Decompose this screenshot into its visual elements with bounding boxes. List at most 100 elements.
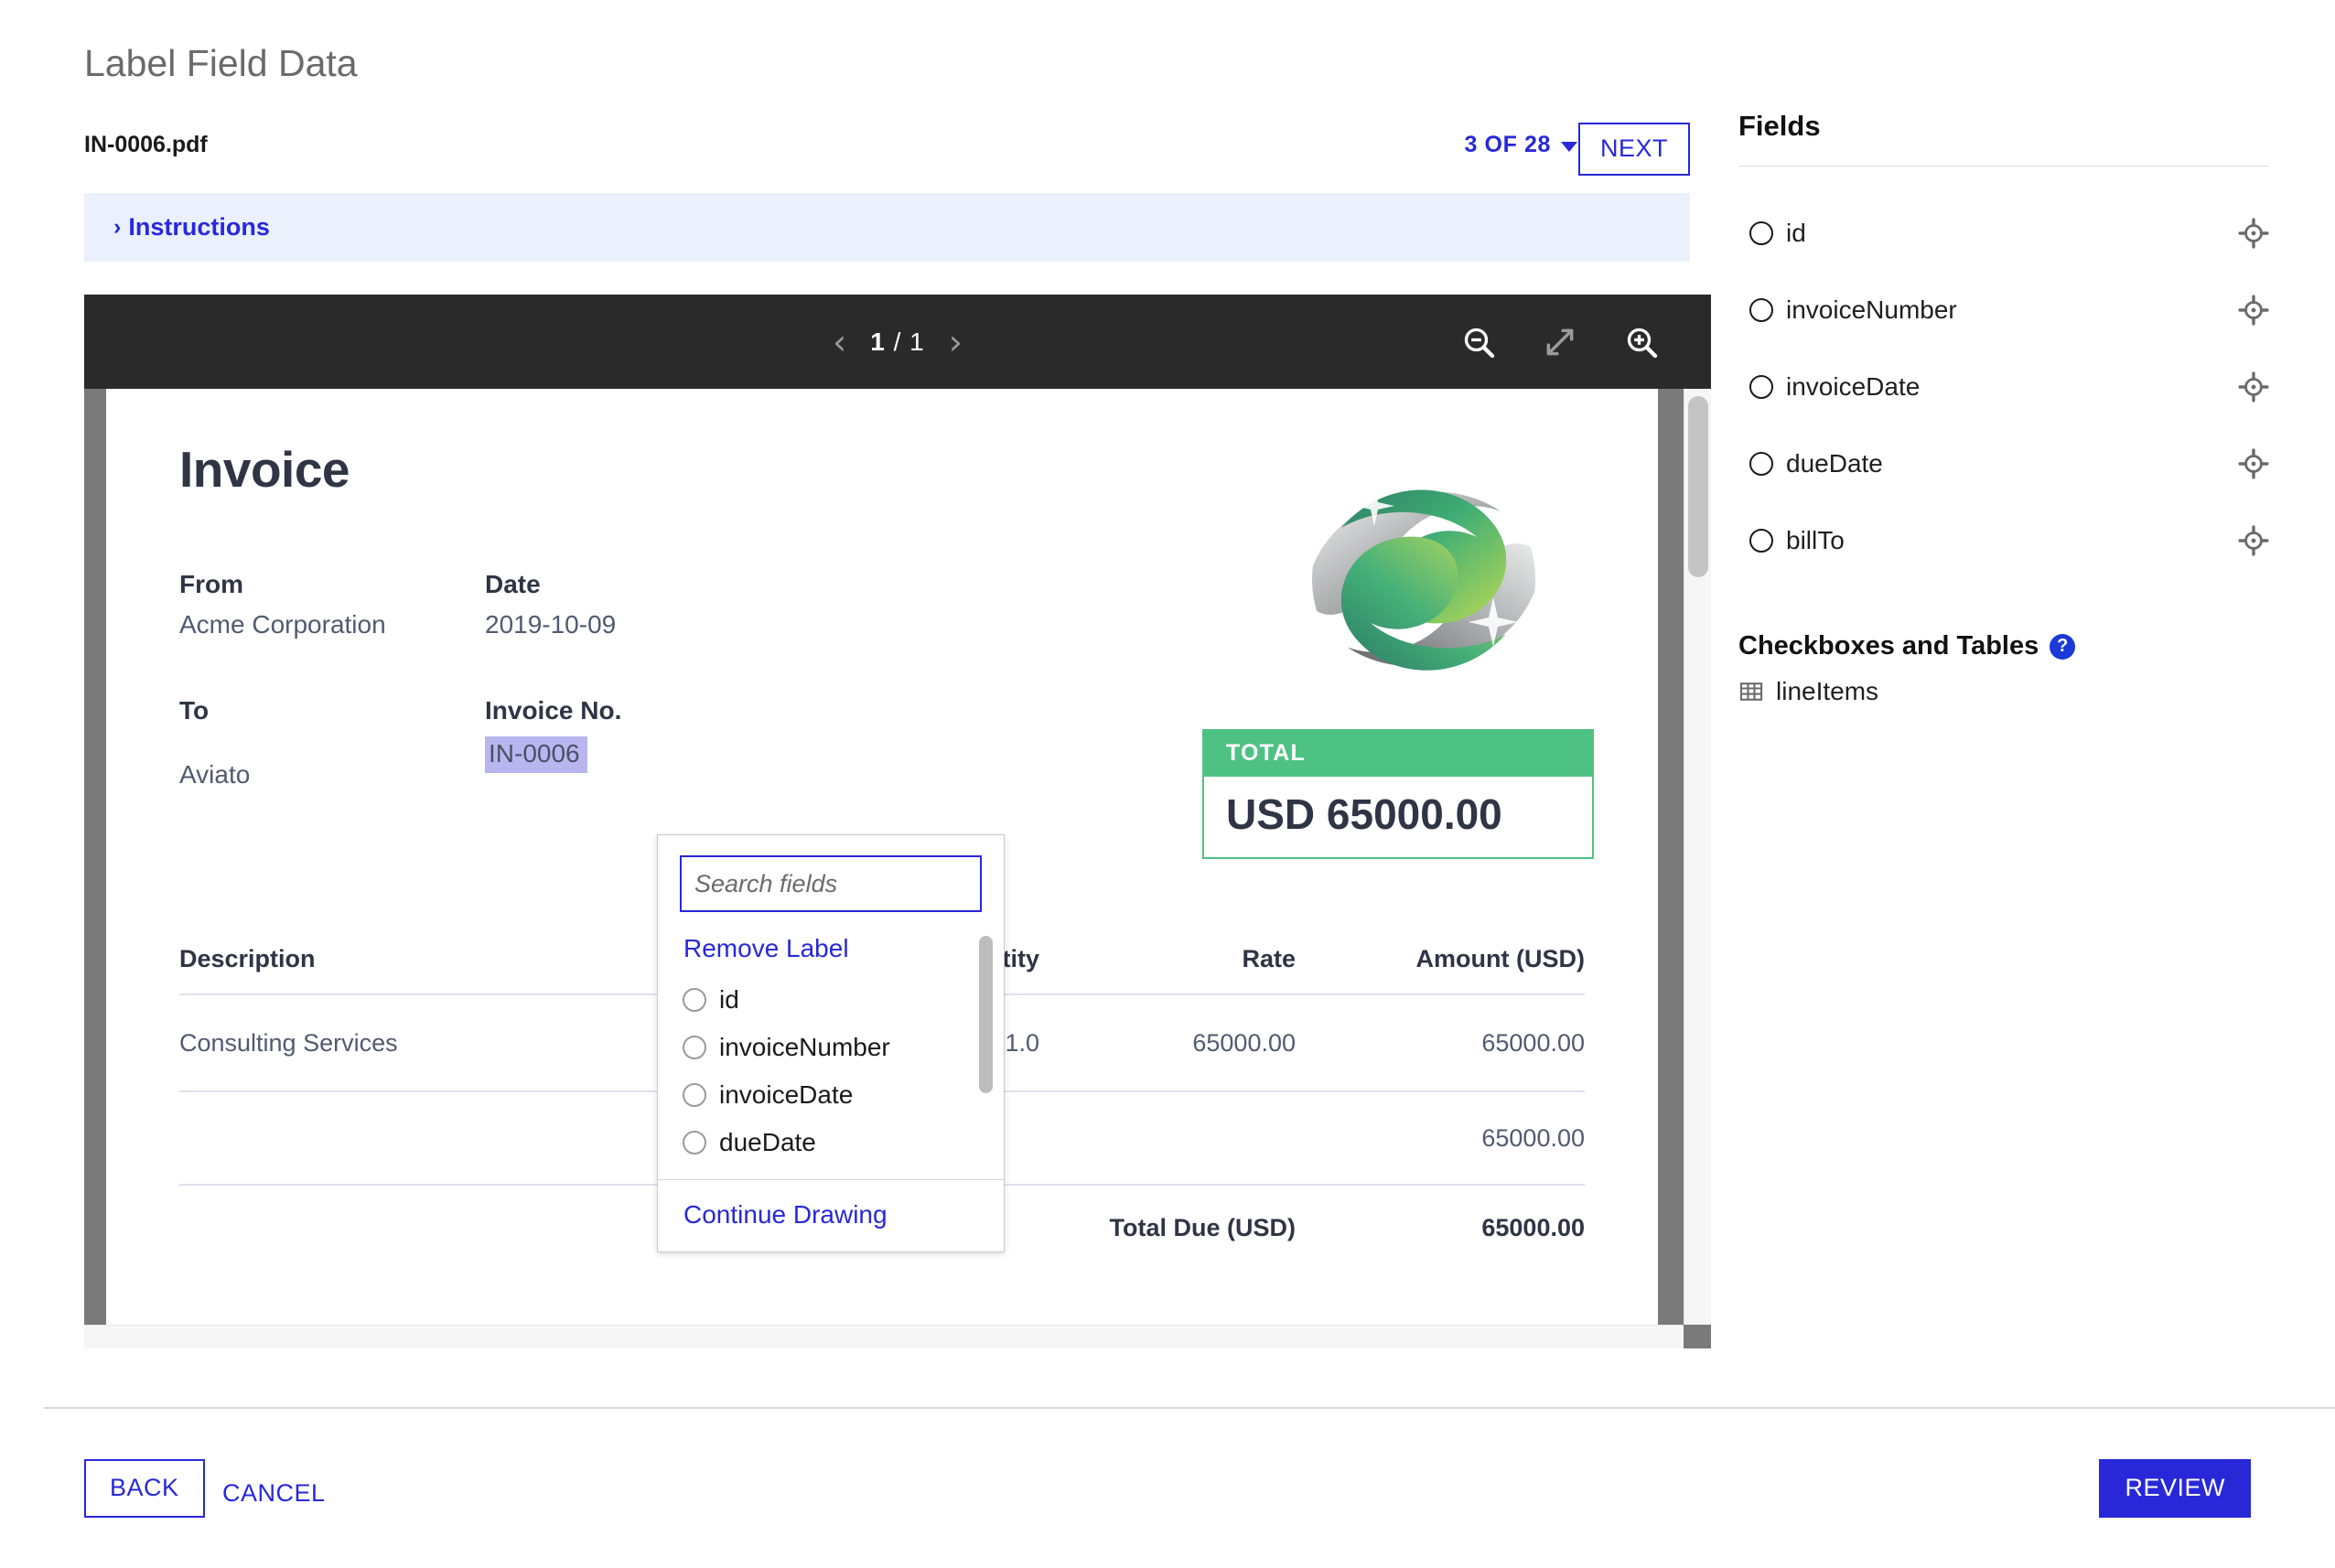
popup-option-id[interactable]: id [680, 976, 1004, 1024]
next-button[interactable]: NEXT [1577, 123, 1690, 176]
back-button[interactable]: BACK [84, 1459, 205, 1518]
instructions-banner[interactable]: › Instructions [84, 193, 1690, 262]
sidebar-fields-list: id invoiceNumber invoiceDate dueDate bil… [1738, 195, 2269, 579]
popup-scrollbar[interactable] [979, 934, 993, 1168]
zoom-in-icon[interactable] [1623, 324, 1660, 360]
invoice-document: Invoice From Acme Corporation To Aviato [106, 389, 1658, 1241]
radio-icon [683, 1083, 706, 1107]
crosshair-target-icon[interactable] [2238, 448, 2269, 479]
crosshair-target-icon[interactable] [2238, 295, 2269, 326]
footer-action-bar: BACK CANCEL REVIEW [0, 1436, 2335, 1568]
next-page-icon[interactable]: › [949, 325, 963, 360]
footer-divider [44, 1407, 2335, 1409]
company-logo [1305, 460, 1543, 698]
pdf-horizontal-scrollbar[interactable] [84, 1325, 1684, 1348]
total-due-label: Total Due (USD) [1109, 1213, 1297, 1241]
label-field-data-screen: Label Field Data IN-0006.pdf 3 OF 28 NEX… [0, 0, 2335, 1568]
instructions-label: Instructions [128, 213, 270, 241]
invoice-no-value-wrap: IN-0006 [485, 736, 869, 773]
document-filename: IN-0006.pdf [84, 132, 208, 157]
invoice-total-card: TOTAL USD 65000.00 [1202, 729, 1594, 859]
sidebar-item-duedate[interactable]: dueDate [1738, 425, 2269, 502]
cell-amount: 65000.00 [1481, 1028, 1585, 1057]
popup-scrollbar-thumb[interactable] [979, 936, 993, 1093]
instructions-toggle[interactable]: › Instructions [113, 213, 270, 242]
sidebar-title: Fields [1738, 110, 1821, 142]
popup-option-label: id [719, 985, 739, 1014]
sidebar-item-billto[interactable]: billTo [1738, 502, 2269, 579]
continue-drawing-action[interactable]: Continue Drawing [683, 1200, 1004, 1230]
crosshair-target-icon[interactable] [2238, 525, 2269, 556]
popup-option-label: invoiceDate [719, 1080, 854, 1109]
date-value: 2019-10-09 [485, 610, 617, 639]
sidebar-item-label: invoiceDate [1786, 372, 1921, 401]
invoice-no-value-highlighted[interactable]: IN-0006 [485, 736, 587, 773]
popup-option-duedate[interactable]: dueDate [680, 1119, 1004, 1166]
pdf-toolbar-icons [1460, 324, 1660, 360]
fit-screen-icon[interactable] [1543, 325, 1577, 360]
document-header-row: IN-0006.pdf 3 OF 28 NEXT [84, 123, 1690, 187]
record-pager-label: 3 OF 28 [1464, 132, 1551, 157]
sidebar-item-invoicedate[interactable]: invoiceDate [1738, 349, 2269, 425]
popup-option-label: dueDate [719, 1128, 816, 1156]
invoice-no-label: Invoice No. [485, 696, 622, 725]
sidebar-section-title: Checkboxes and Tables [1738, 631, 2039, 660]
popup-option-invoicedate[interactable]: invoiceDate [680, 1071, 1004, 1119]
pdf-viewer-toolbar: ‹ 1 / 1 › [84, 295, 1711, 389]
sidebar-table-label: lineItems [1776, 677, 1879, 705]
popup-options-list: Remove Label id invoiceNumber invoiceDat… [658, 929, 1004, 1179]
pdf-total-pages: 1 [909, 327, 925, 356]
sidebar-section-checkboxes-tables: Checkboxes and Tables ? [1738, 631, 2076, 661]
sphere-swirl-logo-icon [1312, 467, 1535, 691]
sidebar-item-label: dueDate [1786, 449, 1883, 478]
column-header-rate: Rate [1242, 945, 1296, 972]
radio-icon[interactable] [1749, 452, 1773, 476]
zoom-out-icon[interactable] [1460, 324, 1497, 360]
cell-rate: 65000.00 [1192, 1028, 1296, 1057]
cancel-button[interactable]: CANCEL [222, 1479, 326, 1508]
radio-icon [683, 1036, 706, 1059]
column-header-amount: Amount (USD) [1415, 945, 1585, 972]
pdf-page-navigation: ‹ 1 / 1 › [833, 325, 963, 360]
pdf-vertical-scrollbar[interactable] [1684, 389, 1711, 1325]
prev-page-icon[interactable]: ‹ [833, 325, 846, 360]
pdf-page-indicator: 1 / 1 [870, 328, 925, 357]
radio-icon[interactable] [1749, 298, 1773, 322]
radio-icon [683, 1131, 706, 1155]
record-pager[interactable]: 3 OF 28 [1464, 132, 1577, 158]
chevron-right-icon: › [113, 214, 122, 240]
radio-icon[interactable] [1749, 529, 1773, 553]
remove-label-action[interactable]: Remove Label [680, 929, 1004, 976]
popup-option-invoicenumber[interactable]: invoiceNumber [680, 1024, 1004, 1071]
pdf-vertical-scrollbar-thumb[interactable] [1688, 396, 1708, 577]
main-content-area: Label Field Data IN-0006.pdf 3 OF 28 NEX… [0, 0, 1711, 1400]
search-fields-input[interactable] [680, 855, 982, 912]
sidebar-item-label: invoiceNumber [1786, 295, 1957, 324]
pdf-current-page: 1 [870, 327, 886, 356]
sidebar-item-invoicenumber[interactable]: invoiceNumber [1738, 272, 2269, 349]
total-card-label: TOTAL [1204, 731, 1592, 777]
sidebar-item-label: billTo [1786, 526, 1845, 554]
total-card-value: USD 65000.00 [1204, 777, 1592, 857]
pdf-page-separator: / [893, 327, 902, 356]
chevron-down-icon [1561, 142, 1577, 152]
date-label: Date [485, 570, 541, 598]
radio-icon[interactable] [1749, 221, 1773, 245]
radio-icon[interactable] [1749, 375, 1773, 399]
popup-footer: Continue Drawing [658, 1179, 1004, 1251]
sidebar-item-label: id [1786, 219, 1806, 247]
sidebar-item-lineitems[interactable]: lineItems [1738, 677, 1878, 706]
review-button[interactable]: REVIEW [2099, 1459, 2251, 1518]
table-icon [1739, 682, 1763, 701]
invoice-number-block: Invoice No. IN-0006 [485, 696, 869, 773]
popup-search-container [658, 835, 1004, 929]
help-icon[interactable]: ? [2050, 633, 2076, 660]
popup-option-label: invoiceNumber [719, 1033, 890, 1061]
fields-sidebar: Fields id invoiceNumber invoiceDate dueD… [1738, 0, 2335, 1400]
radio-icon [683, 988, 706, 1012]
invoice-meta-block: Date 2019-10-09 Invoice No. IN-0006 [485, 570, 869, 773]
crosshair-target-icon[interactable] [2238, 218, 2269, 249]
crosshair-target-icon[interactable] [2238, 371, 2269, 403]
sidebar-item-id[interactable]: id [1738, 195, 2269, 272]
field-select-popup: Remove Label id invoiceNumber invoiceDat… [657, 834, 1005, 1252]
